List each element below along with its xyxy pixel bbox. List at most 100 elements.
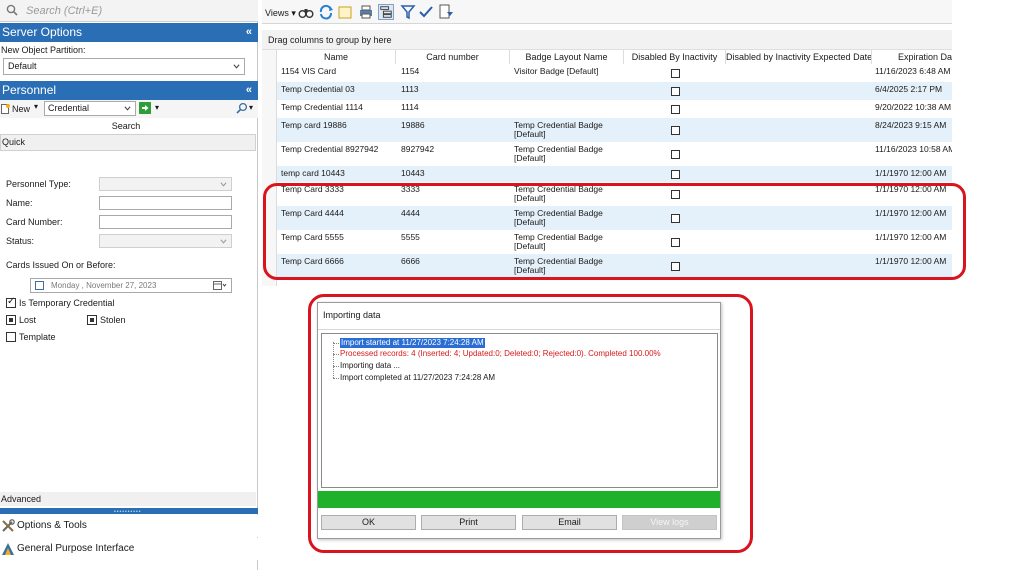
new-dropdown-icon[interactable]: ▾	[34, 102, 38, 111]
cell-expiration-date: 1/1/1970 12:00 AM	[875, 168, 947, 178]
cell-name: Temp Credential 03	[281, 84, 355, 94]
checkbox-icon	[87, 315, 97, 325]
table-row[interactable]: Temp Credential 03 1113 6/4/2025 2:17 PM	[277, 82, 952, 100]
cell-name: 1154 VIS Card	[281, 66, 337, 76]
checkbox-icon	[6, 332, 16, 342]
group-by-bar[interactable]: Drag columns to group by here	[262, 30, 952, 50]
name-input[interactable]	[99, 196, 232, 210]
col-header-card-number[interactable]: Card number	[396, 50, 510, 64]
find-dropdown-icon[interactable]: ▾	[249, 103, 253, 112]
tools-icon	[2, 519, 15, 532]
collapse-icon[interactable]: «	[246, 23, 252, 42]
interface-icon	[2, 543, 14, 555]
binoculars-icon[interactable]	[298, 4, 314, 20]
cell-card-number: 1114	[401, 102, 419, 112]
table-row[interactable]: temp card 10443 10443 1/1/1970 12:00 AM	[277, 166, 952, 182]
table-row[interactable]: Temp card 19886 19886 Temp Credential Badg…	[277, 118, 952, 142]
find-icon[interactable]	[236, 102, 248, 114]
cell-card-number: 19886	[401, 120, 425, 130]
nav-general-purpose-interface[interactable]: General Purpose Interface	[0, 538, 258, 560]
chevron-down-icon	[220, 239, 227, 244]
table-row[interactable]: 1154 VIS Card 1154 Visitor Badge [Default]…	[277, 64, 952, 82]
nav-options-tools-label: Options & Tools	[17, 520, 87, 531]
main-toolbar: Views ▾	[262, 0, 952, 24]
checkbox-icon	[6, 296, 16, 308]
cell-card-number: 1154	[401, 66, 420, 76]
left-panel: Search (Ctrl+E) Server Options « New Obj…	[0, 0, 258, 570]
temp-credential-checkbox[interactable]: Is Temporary Credential	[6, 296, 115, 309]
disabled-by-inactivity-checkbox[interactable]	[671, 126, 680, 135]
issued-before-date-picker[interactable]: Monday , November 27, 2023	[30, 278, 232, 293]
advanced-toggle[interactable]: Advanced	[0, 492, 256, 506]
search-bar[interactable]: Search (Ctrl+E)	[0, 0, 258, 22]
checkbox-icon	[6, 315, 16, 325]
col-header-expiration[interactable]: Expiration Date	[872, 50, 952, 64]
disabled-by-inactivity-checkbox[interactable]	[671, 69, 680, 78]
panel-splitter[interactable]: ••••••••••	[0, 508, 258, 515]
go-arrow-icon[interactable]	[139, 102, 151, 114]
disabled-by-inactivity-checkbox[interactable]	[671, 150, 680, 159]
disabled-by-inactivity-checkbox[interactable]	[671, 87, 680, 96]
tag-check-icon[interactable]	[418, 4, 434, 20]
col-header-expected-date[interactable]: Disabled by Inactivity Expected Date	[726, 50, 872, 64]
search-input[interactable]: Search (Ctrl+E)	[26, 5, 102, 17]
cell-badge-layout: Temp Credential Badge [Default]	[514, 144, 603, 163]
name-label: Name:	[6, 198, 33, 208]
print-icon[interactable]	[358, 4, 374, 20]
template-checkbox[interactable]: Template	[6, 331, 56, 343]
export-icon[interactable]	[438, 4, 454, 20]
calendar-icon[interactable]	[213, 281, 227, 290]
cell-expiration-date: 8/24/2023 9:15 AM	[875, 120, 947, 130]
highlight-import-dialog	[308, 294, 753, 553]
disabled-by-inactivity-checkbox[interactable]	[671, 105, 680, 114]
chevron-down-icon	[220, 182, 227, 187]
stolen-checkbox[interactable]: Stolen	[87, 314, 126, 326]
folder-icon[interactable]	[338, 4, 354, 20]
date-value: Monday , November 27, 2023	[51, 281, 157, 290]
server-options-header[interactable]: Server Options «	[0, 23, 258, 42]
highlight-imported-rows	[263, 183, 966, 280]
lost-checkbox[interactable]: Lost	[6, 314, 36, 326]
object-type-value: Credential	[48, 103, 90, 113]
views-menu[interactable]: Views ▾	[265, 8, 296, 19]
col-header-disabled[interactable]: Disabled By Inactivity	[624, 50, 726, 64]
filter-icon[interactable]	[400, 4, 416, 20]
cell-name: Temp Credential 1114	[281, 102, 363, 112]
cell-expiration-date: 9/20/2022 10:38 AM	[875, 102, 952, 112]
cell-expiration-date: 11/16/2023 10:58 AM	[875, 144, 952, 154]
table-row[interactable]: Temp Credential 8927942 8927942 Temp Crede…	[277, 142, 952, 166]
personnel-type-label: Personnel Type:	[6, 179, 71, 189]
personnel-header[interactable]: Personnel «	[0, 81, 258, 100]
personnel-type-select[interactable]	[99, 177, 232, 191]
object-type-select[interactable]: Credential	[44, 101, 136, 116]
issued-before-label: Cards Issued On or Before:	[6, 260, 116, 270]
go-dropdown-icon[interactable]: ▾	[155, 103, 159, 112]
new-button[interactable]: New	[0, 102, 30, 116]
date-enable-checkbox[interactable]	[35, 281, 44, 290]
nav-options-tools[interactable]: Options & Tools	[0, 515, 258, 537]
new-document-icon	[1, 104, 10, 114]
col-header-badge-layout[interactable]: Badge Layout Name	[510, 50, 624, 64]
cell-name: Temp Credential 8927942	[281, 144, 379, 154]
partition-select[interactable]: Default	[3, 58, 245, 75]
card-number-input[interactable]	[99, 215, 232, 229]
collapse-icon[interactable]: «	[246, 81, 252, 100]
card-number-label: Card Number:	[6, 217, 63, 227]
tab-quick[interactable]: Quick	[0, 134, 256, 151]
cell-card-number: 8927942	[401, 144, 435, 154]
template-label: Template	[19, 332, 56, 342]
status-select[interactable]	[99, 234, 232, 248]
col-header-name[interactable]: Name	[277, 50, 396, 64]
cell-badge-layout: Temp Credential Badge [Default]	[514, 120, 603, 139]
search-icon	[6, 4, 18, 16]
chevron-down-icon	[233, 64, 240, 69]
temp-credential-label: Is Temporary Credential	[19, 298, 115, 308]
table-row[interactable]: Temp Credential 1114 1114 9/20/2022 10:38 …	[277, 100, 952, 118]
group-by-icon[interactable]	[378, 4, 394, 20]
refresh-icon[interactable]	[318, 4, 334, 20]
stolen-label: Stolen	[100, 315, 126, 325]
chevron-down-icon	[124, 106, 131, 111]
status-label: Status:	[6, 236, 35, 246]
disabled-by-inactivity-checkbox[interactable]	[671, 170, 680, 179]
views-label: Views	[265, 8, 289, 18]
